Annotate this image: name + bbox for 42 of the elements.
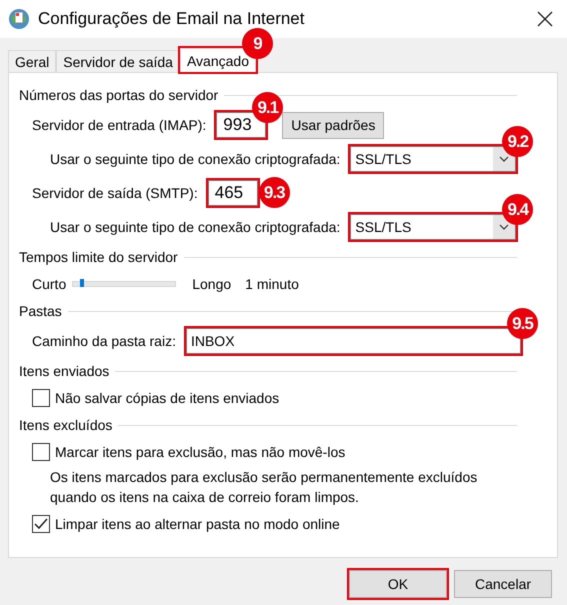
checkbox-label: Limpar itens ao alternar pasta no modo online — [55, 516, 340, 532]
checkbox-label: Marcar itens para exclusão, mas não movê-los — [55, 444, 346, 460]
dialog-button[interactable]: OK — [349, 570, 447, 598]
group-title: Itens excluídos — [19, 417, 112, 433]
folder-path-field[interactable]: INBOX — [186, 328, 521, 354]
step-number-badge: 9.1 — [252, 92, 284, 123]
checkbox[interactable] — [32, 389, 50, 407]
port-field[interactable]: 993 — [216, 112, 266, 138]
tab[interactable]: Geral — [8, 50, 56, 72]
group-title: Itens enviados — [19, 363, 110, 379]
step-number-badge: 9.4 — [502, 194, 534, 225]
mail-globe-icon — [8, 8, 30, 30]
slider-thumb[interactable] — [80, 279, 84, 287]
slider-min-label: Curto — [32, 276, 66, 292]
timeout-reading: 1 minuto — [245, 276, 299, 292]
chevron-down-icon — [499, 156, 510, 162]
checkbox-label: Não salvar cópias de itens enviados — [55, 390, 280, 406]
tab[interactable]: Servidor de saída — [56, 50, 180, 72]
field-label: Servidor de saída (SMTP): — [32, 185, 198, 201]
field-label: Servidor de entrada (IMAP): — [32, 117, 206, 133]
step-number-badge: 9.5 — [506, 308, 538, 339]
chevron-down-icon — [499, 224, 510, 230]
info-text: Os itens marcados para exclusão serão permanentemente excluídos quando os itens na caixa de correio foram limpos. — [50, 468, 478, 507]
tab[interactable]: Avançado — [180, 48, 256, 72]
defaults-button[interactable]: Usar padrões — [282, 112, 384, 138]
group-title: Tempos limite do servidor — [19, 249, 178, 265]
port-field[interactable]: 465 — [208, 180, 258, 206]
field-label: Usar o seguinte tipo de conexão criptografada: — [50, 151, 340, 167]
window-title: Configurações de Email na Internet — [38, 9, 304, 29]
encryption-dropdown[interactable]: SSL/TLS — [350, 146, 516, 172]
encryption-dropdown[interactable]: SSL/TLS — [350, 214, 516, 240]
slider-max-label: Longo — [192, 276, 232, 292]
field-label: Usar o seguinte tipo de conexão criptografada: — [50, 219, 340, 235]
step-number-badge: 9.2 — [502, 126, 534, 157]
dialog-button[interactable]: Cancelar — [454, 570, 552, 598]
step-number-badge: 9.3 — [258, 177, 290, 208]
field-label: Caminho da pasta raiz: — [32, 333, 176, 349]
group-title: Números das portas do servidor — [19, 87, 218, 103]
group-title: Pastas — [19, 303, 62, 319]
close-icon[interactable] — [537, 11, 553, 27]
checkbox[interactable] — [32, 443, 50, 461]
checkbox[interactable] — [32, 515, 50, 533]
